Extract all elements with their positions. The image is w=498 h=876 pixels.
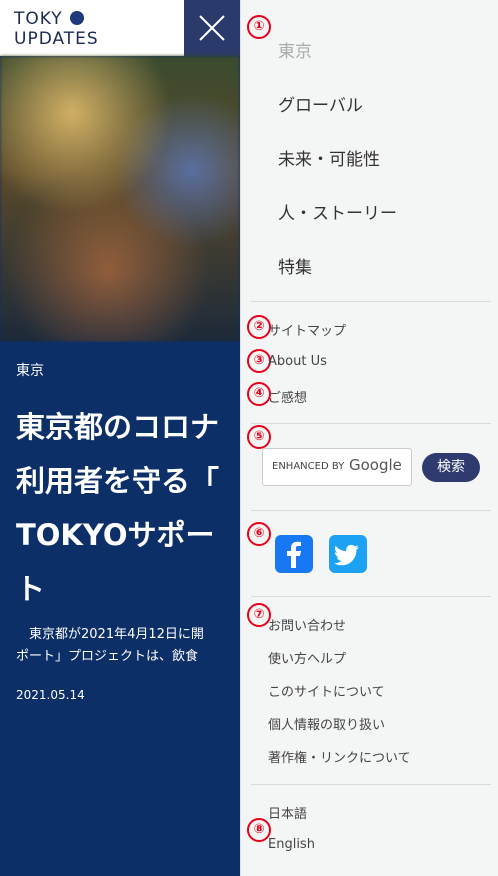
link-help[interactable]: 使い方ヘルプ	[268, 648, 346, 667]
menu-item-people[interactable]: 人・ストーリー	[278, 199, 397, 224]
google-logo: Google	[349, 456, 402, 474]
link-about-site[interactable]: このサイトについて	[268, 681, 385, 700]
article-excerpt: 東京都が2021年4月12日に開 ポート」プロジェクトは、飲食	[16, 627, 204, 664]
menu-item-future[interactable]: 未来・可能性	[278, 145, 380, 170]
search-input[interactable]: ENHANCED BY Google	[262, 448, 412, 486]
lang-english[interactable]: English	[268, 837, 315, 852]
link-contact[interactable]: お問い合わせ	[268, 615, 346, 634]
menu-item-features[interactable]: 特集	[278, 253, 312, 278]
divider	[251, 510, 491, 511]
globe-icon	[70, 11, 84, 25]
annotation-6: ⑥	[247, 522, 271, 546]
menu-item-global[interactable]: グローバル	[278, 91, 363, 116]
menu-item-tokyo[interactable]: 東京	[278, 37, 312, 62]
divider	[251, 301, 491, 302]
article-category: 東京	[16, 363, 44, 379]
article-date: 2021.05.14	[16, 688, 85, 702]
link-feedback[interactable]: ご感想	[268, 387, 307, 406]
annotation-5: ⑤	[247, 425, 271, 449]
search-enhanced-label: ENHANCED BY	[272, 461, 345, 472]
link-about-us[interactable]: About Us	[268, 354, 327, 369]
site-logo[interactable]: TOKY UPDATES	[0, 0, 184, 56]
article-headline[interactable]: 東京都のコロナ 利用者を守る「 TOKYOサポー ト	[16, 400, 240, 616]
link-sitemap[interactable]: サイトマップ	[268, 320, 346, 339]
divider	[251, 423, 491, 424]
link-privacy[interactable]: 個人情報の取り扱い	[268, 714, 385, 733]
annotation-1: ①	[247, 15, 271, 39]
nav-menu: ① 東京 グローバル 未来・可能性 人・ストーリー 特集 ② サイトマップ ③ …	[240, 0, 498, 876]
link-copyright[interactable]: 著作権・リンクについて	[268, 747, 411, 766]
close-icon	[199, 15, 225, 41]
divider	[251, 784, 491, 785]
article-panel: TOKY UPDATES 東京 東京都のコロナ 利用者を守る「 TOKYOサポー…	[0, 0, 240, 876]
twitter-glyph	[333, 544, 359, 566]
logo-line-2: UPDATES	[14, 29, 99, 49]
lang-japanese[interactable]: 日本語	[268, 803, 307, 822]
hero-image	[0, 56, 240, 342]
search-button[interactable]: 検索	[422, 453, 480, 482]
divider	[251, 596, 491, 597]
twitter-icon[interactable]	[329, 535, 367, 573]
facebook-glyph	[287, 541, 301, 568]
facebook-icon[interactable]	[275, 535, 313, 573]
logo-line-1: TOKY	[14, 9, 63, 29]
close-menu-button[interactable]	[184, 0, 240, 56]
article-card[interactable]: 東京 東京都のコロナ 利用者を守る「 TOKYOサポー ト 東京都が2021年4…	[0, 342, 240, 876]
